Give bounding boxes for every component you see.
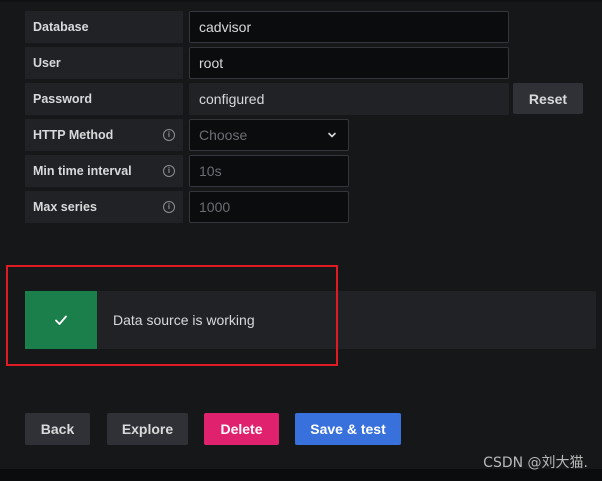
max-series-label: Max series <box>33 200 97 214</box>
password-label: Password <box>25 83 183 115</box>
watermark: CSDN @刘大猫. <box>483 455 588 471</box>
delete-button[interactable]: Delete <box>204 413 279 445</box>
chevron-down-icon <box>328 132 336 138</box>
info-icon[interactable]: i <box>163 201 175 213</box>
alert-icon-box <box>25 291 97 349</box>
http-method-label: HTTP Method <box>33 128 114 142</box>
min-time-interval-input[interactable]: 10s <box>189 155 349 187</box>
info-icon[interactable]: i <box>163 129 175 141</box>
password-reset-button[interactable]: Reset <box>513 83 583 114</box>
min-time-interval-placeholder: 10s <box>199 163 222 179</box>
password-input: configured <box>189 83 509 115</box>
min-time-interval-label: Min time interval <box>33 164 132 178</box>
max-series-label-cell: Max series i <box>25 191 183 223</box>
http-method-placeholder: Choose <box>199 127 248 143</box>
check-icon <box>55 315 67 325</box>
http-method-select[interactable]: Choose <box>189 119 349 151</box>
http-method-label-cell: HTTP Method i <box>25 119 183 151</box>
save-and-test-button[interactable]: Save & test <box>295 413 401 445</box>
user-input[interactable]: root <box>189 47 509 79</box>
info-icon[interactable]: i <box>163 165 175 177</box>
max-series-input[interactable]: 1000 <box>189 191 349 223</box>
max-series-placeholder: 1000 <box>199 199 231 215</box>
datasource-status-alert: Data source is working <box>25 291 596 349</box>
back-button[interactable]: Back <box>25 413 90 445</box>
explore-button[interactable]: Explore <box>107 413 188 445</box>
database-input[interactable]: cadvisor <box>189 11 509 43</box>
top-divider <box>0 0 602 2</box>
user-label: User <box>25 47 183 79</box>
database-label: Database <box>25 11 183 43</box>
min-time-interval-label-cell: Min time interval i <box>25 155 183 187</box>
alert-message: Data source is working <box>113 312 255 328</box>
